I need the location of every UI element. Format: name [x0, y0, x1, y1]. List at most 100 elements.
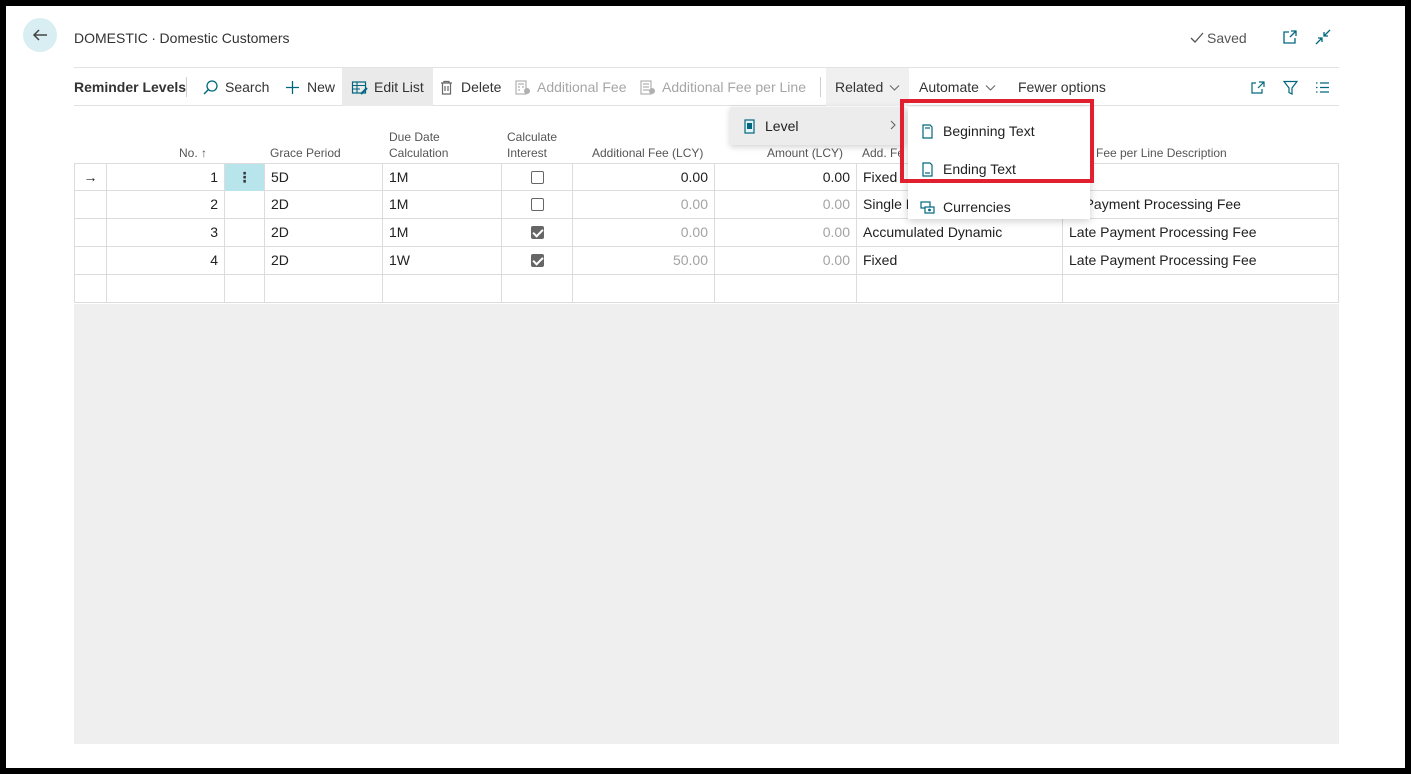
back-button[interactable]	[23, 18, 57, 52]
cell-due-date-calculation[interactable]	[382, 275, 501, 302]
cell-grace-period[interactable]: 2D	[264, 191, 382, 218]
calculate-interest-checkbox[interactable]	[530, 170, 544, 184]
cell-due-date-calculation[interactable]: 1M	[382, 164, 501, 191]
related-menu-button[interactable]: Related	[826, 68, 910, 106]
filter-icon[interactable]	[1282, 68, 1299, 106]
edit-list-label: Edit List	[374, 79, 424, 95]
currencies-icon	[920, 200, 935, 214]
plus-icon	[286, 80, 299, 94]
cell-amount-lcy[interactable]: 0.00	[714, 219, 856, 246]
cell-due-date-calculation[interactable]: 1W	[382, 247, 501, 274]
level-label: Level	[765, 118, 799, 134]
search-label: Search	[225, 79, 270, 95]
cell-fee-per-line-description[interactable]	[1062, 275, 1339, 302]
cell-calculate-interest[interactable]	[501, 191, 572, 218]
cell-due-date-calculation[interactable]: 1M	[382, 219, 501, 246]
trash-icon	[441, 80, 452, 95]
cell-additional-fee-lcy[interactable]: 0.00	[572, 191, 714, 218]
page-title: DOMESTIC ∙ Domestic Customers	[74, 30, 290, 46]
cell-no[interactable]	[106, 275, 224, 302]
cell-due-date-calculation[interactable]: 1M	[382, 191, 501, 218]
cell-additional-fee-lcy[interactable]: 0.00	[572, 219, 714, 246]
action-bar: Reminder Levels Search New Edit List Del…	[74, 67, 1339, 106]
sort-ascending-icon: ↑	[201, 146, 208, 160]
table-row[interactable]: 4 2D 1W 50.00 0.00 Fixed Late Payment Pr…	[74, 247, 1339, 275]
table-row[interactable]: → 1 ⋮ 5D 1M 0.00 0.00 Fixed	[74, 163, 1339, 191]
divider	[820, 77, 821, 97]
row-actions-cell[interactable]	[224, 191, 264, 218]
menu-item-currencies[interactable]: Currencies	[908, 189, 1090, 225]
cell-fee-per-line-description[interactable]	[1062, 164, 1339, 191]
fewer-options-button[interactable]: Fewer options	[1018, 68, 1106, 106]
cell-additional-fee-lcy[interactable]: 0.00	[572, 164, 714, 191]
row-indicator	[74, 219, 106, 246]
row-indicator	[74, 247, 106, 274]
cell-calculate-interest[interactable]	[501, 247, 572, 274]
column-header-additional-fee-lcy[interactable]: Additional Fee (LCY)	[592, 145, 703, 161]
new-button[interactable]: New	[284, 68, 335, 106]
cell-additional-fee-lcy[interactable]	[572, 275, 714, 302]
new-label: New	[307, 79, 336, 95]
row-actions-cell[interactable]	[224, 247, 264, 274]
additional-fee-per-line-label: Additional Fee per Line	[662, 79, 806, 95]
cell-amount-lcy[interactable]	[714, 275, 856, 302]
menu-item-ending-text[interactable]: Ending Text	[908, 151, 1090, 187]
table-row[interactable]: 3 2D 1M 0.00 0.00 Accumulated Dynamic La…	[74, 219, 1339, 247]
delete-button[interactable]: Delete	[438, 68, 501, 106]
chevron-right-icon	[890, 120, 896, 130]
edit-list-button[interactable]: Edit List	[342, 68, 433, 106]
cell-no[interactable]: 1	[106, 164, 224, 191]
cell-fee-per-line-description[interactable]: Late Payment Processing Fee	[1062, 219, 1339, 246]
share-icon[interactable]	[1249, 68, 1266, 106]
table-row[interactable]: 2 2D 1M 0.00 0.00 Single D te Payment Pr…	[74, 191, 1339, 219]
column-header-fee-per-line-description[interactable]: Fee per Line Description	[1096, 145, 1227, 161]
related-label: Related	[835, 79, 884, 95]
cell-grace-period[interactable]: 5D	[264, 164, 382, 191]
cell-calculate-interest[interactable]	[501, 164, 572, 191]
open-new-window-icon[interactable]	[1281, 28, 1299, 46]
row-actions-cell[interactable]	[224, 275, 264, 302]
cell-fee-per-line-description[interactable]: te Payment Processing Fee	[1062, 191, 1339, 218]
cell-amount-lcy[interactable]: 0.00	[714, 247, 856, 274]
additional-fee-per-line-button[interactable]: Additional Fee per Line	[639, 68, 806, 106]
search-icon	[203, 79, 218, 94]
cell-additional-fee-lcy[interactable]: 50.00	[572, 247, 714, 274]
chevron-down-icon	[985, 84, 996, 91]
column-header-amount-lcy[interactable]: Amount (LCY)	[767, 145, 843, 161]
cell-add-fee-type[interactable]: Fixed	[856, 247, 1062, 274]
cell-grace-period[interactable]: 2D	[264, 247, 382, 274]
empty-new-row[interactable]	[74, 275, 1339, 303]
calculate-interest-checkbox[interactable]	[530, 197, 544, 211]
document-icon	[922, 123, 933, 139]
row-actions-button[interactable]: ⋮	[224, 164, 264, 191]
row-actions-cell[interactable]	[224, 219, 264, 246]
cell-calculate-interest[interactable]	[501, 275, 572, 302]
cell-amount-lcy[interactable]: 0.00	[714, 191, 856, 218]
additional-fee-button[interactable]: Additional Fee	[514, 68, 627, 106]
app-window: DOMESTIC ∙ Domestic Customers Saved Remi…	[6, 6, 1405, 768]
cell-calculate-interest[interactable]	[501, 219, 572, 246]
column-header-grace-period[interactable]: Grace Period	[270, 145, 341, 161]
column-header-due-date-calculation[interactable]: Due Date Calculation	[389, 129, 448, 161]
column-header-calculate-interest[interactable]: Calculate Interest	[507, 129, 557, 161]
row-indicator	[74, 191, 106, 218]
list-view-icon[interactable]	[1314, 68, 1331, 106]
menu-item-level[interactable]: Level	[730, 107, 905, 145]
column-header-no[interactable]: No. ↑	[179, 145, 207, 161]
calculate-interest-checkbox[interactable]	[530, 225, 544, 239]
cell-grace-period[interactable]	[264, 275, 382, 302]
collapse-icon[interactable]	[1314, 28, 1332, 46]
search-button[interactable]: Search	[202, 68, 269, 106]
cell-no[interactable]: 2	[106, 191, 224, 218]
cell-fee-per-line-description[interactable]: Late Payment Processing Fee	[1062, 247, 1339, 274]
automate-menu-button[interactable]: Automate	[919, 68, 996, 106]
cell-add-fee-type[interactable]	[856, 275, 1062, 302]
column-header-add-fee-type[interactable]: Add. Fe	[862, 145, 904, 161]
calculate-interest-checkbox[interactable]	[530, 253, 544, 267]
cell-no[interactable]: 4	[106, 247, 224, 274]
cell-amount-lcy[interactable]: 0.00	[714, 164, 856, 191]
edit-list-icon	[351, 80, 368, 95]
cell-no[interactable]: 3	[106, 219, 224, 246]
cell-grace-period[interactable]: 2D	[264, 219, 382, 246]
menu-item-beginning-text[interactable]: Beginning Text	[908, 113, 1090, 149]
